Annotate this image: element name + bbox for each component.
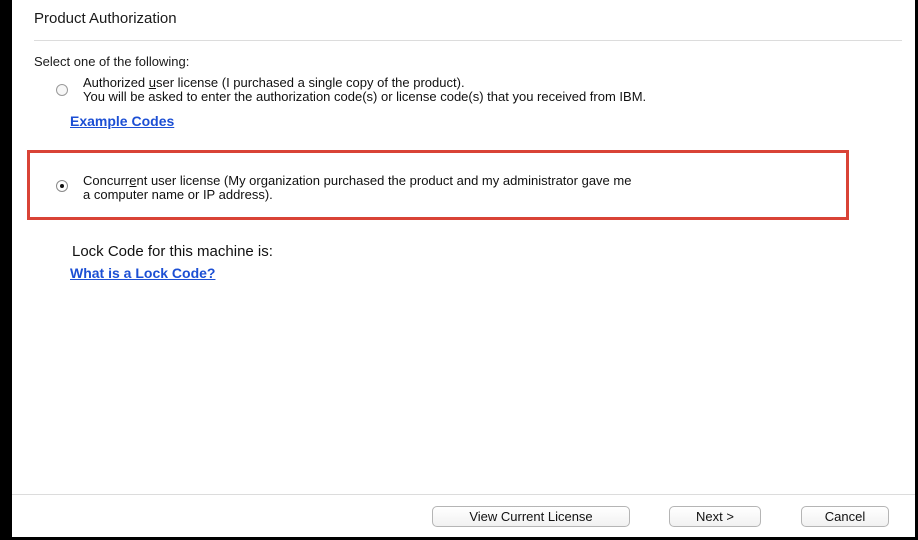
authorized-license-label[interactable]: Authorized user license (I purchased a s… (83, 76, 646, 104)
example-codes-link[interactable]: Example Codes (70, 113, 174, 129)
concurrent-line1-post: nt user license (My organization purchas… (136, 173, 632, 188)
concurrent-license-radio[interactable] (56, 180, 68, 192)
concurrent-line2: a computer name or IP address). (83, 187, 273, 202)
authorized-mnemonic: u (148, 75, 156, 90)
concurrent-license-label[interactable]: Concurrent user license (My organization… (83, 174, 631, 202)
view-current-license-button[interactable]: View Current License (432, 506, 630, 527)
lock-code-help-link[interactable]: What is a Lock Code? (70, 265, 215, 281)
authorized-license-radio[interactable] (56, 84, 68, 96)
selection-prompt: Select one of the following: (34, 54, 190, 69)
product-authorization-window: Product Authorization Select one of the … (12, 0, 915, 537)
footer-divider (12, 494, 915, 495)
authorized-line1-pre: Authorized (83, 75, 149, 90)
page-title: Product Authorization (34, 10, 177, 27)
authorized-line2: You will be asked to enter the authoriza… (83, 89, 647, 104)
cancel-button[interactable]: Cancel (801, 506, 889, 527)
authorized-line1-post: ser license (I purchased a single copy o… (156, 75, 465, 90)
concurrent-line1-pre: Concurr (83, 173, 130, 188)
next-button[interactable]: Next > (669, 506, 761, 527)
lock-code-label: Lock Code for this machine is: (72, 243, 273, 260)
title-divider (34, 40, 902, 41)
